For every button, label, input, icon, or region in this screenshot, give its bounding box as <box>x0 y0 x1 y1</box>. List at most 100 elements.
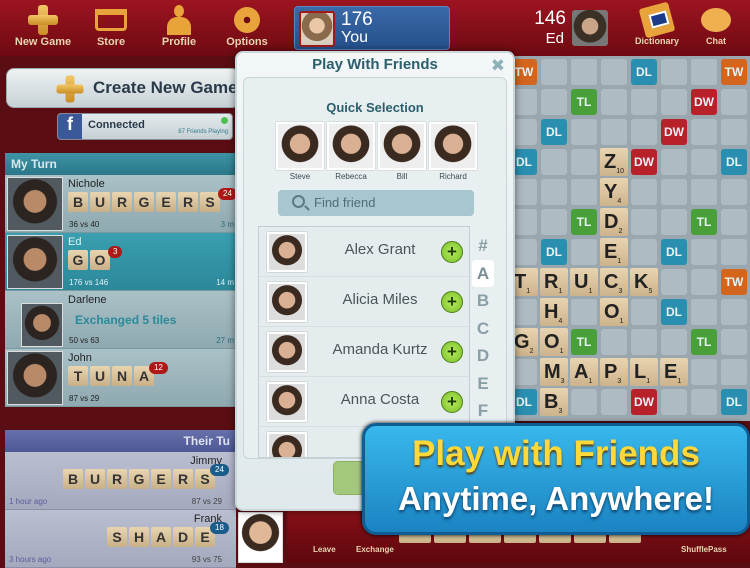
board-cell[interactable] <box>631 119 657 145</box>
board-cell[interactable] <box>571 389 597 415</box>
store-button[interactable]: Store <box>76 4 146 48</box>
alphabet-index-item[interactable]: F <box>472 397 494 425</box>
board-cell[interactable] <box>515 299 537 325</box>
premium-square-tl[interactable]: TL <box>691 209 717 235</box>
list-item[interactable]: Alicia Miles + <box>259 277 469 327</box>
game-row[interactable]: Jimmy BURGERS 24 1 hour ago 87 vs 29 <box>5 452 236 510</box>
board-cell[interactable] <box>515 179 537 205</box>
board-cell[interactable] <box>631 239 657 265</box>
alphabet-index-item[interactable]: C <box>472 315 494 343</box>
board-cell[interactable] <box>661 209 687 235</box>
premium-square-tl[interactable]: TL <box>691 329 717 355</box>
board-cell[interactable] <box>691 269 717 295</box>
chat-button[interactable]: Chat <box>681 4 750 46</box>
board-cell[interactable] <box>515 239 537 265</box>
premium-square-tw[interactable]: TW <box>721 269 747 295</box>
board-cell[interactable] <box>571 239 597 265</box>
board-cell[interactable] <box>691 239 717 265</box>
board-cell[interactable] <box>721 119 747 145</box>
board-cell[interactable] <box>631 209 657 235</box>
alphabet-index-item[interactable]: B <box>472 287 494 315</box>
close-icon[interactable]: ✖ <box>491 56 505 76</box>
shuffle-button[interactable]: Shuffle <box>681 545 708 554</box>
board-cell[interactable] <box>661 269 687 295</box>
board-cell[interactable] <box>541 149 567 175</box>
facebook-status[interactable]: f Connected 87 Friends Playing <box>57 113 233 140</box>
premium-square-dl[interactable]: DL <box>515 149 537 175</box>
exchange-button[interactable]: Exchange <box>356 545 394 554</box>
board-cell[interactable] <box>661 179 687 205</box>
board-cell[interactable] <box>541 89 567 115</box>
board-cell[interactable] <box>721 89 747 115</box>
premium-square-tl[interactable]: TL <box>571 329 597 355</box>
game-row[interactable]: John TUNA 12 87 vs 29 <box>5 349 236 407</box>
leave-button[interactable]: Leave <box>313 545 336 554</box>
quick-friend[interactable]: Bill <box>378 122 426 181</box>
board-cell[interactable] <box>571 179 597 205</box>
board-cell[interactable] <box>541 209 567 235</box>
quick-friend[interactable]: Richard <box>429 122 477 181</box>
board-cell[interactable] <box>515 209 537 235</box>
board-cell[interactable] <box>631 329 657 355</box>
add-friend-icon[interactable]: + <box>441 391 463 413</box>
board-cell[interactable] <box>691 59 717 85</box>
alphabet-index-item[interactable]: E <box>472 370 494 398</box>
board-cell[interactable] <box>691 149 717 175</box>
board-cell[interactable] <box>601 329 627 355</box>
board-cell[interactable] <box>515 89 537 115</box>
alphabet-index-item[interactable]: D <box>472 342 494 370</box>
add-friend-icon[interactable]: + <box>441 341 463 363</box>
game-board[interactable]: TW DL TW TL DW DL DW DL DW DL TL TL DL DL TW DL TL TL DL DW… <box>515 56 750 421</box>
list-item[interactable]: Alex Grant + <box>259 227 469 277</box>
board-cell[interactable] <box>661 329 687 355</box>
board-cell[interactable] <box>631 179 657 205</box>
pass-button[interactable]: Pass <box>708 545 727 554</box>
board-cell[interactable] <box>601 119 627 145</box>
create-new-game-button[interactable]: Create New Game <box>6 68 240 108</box>
list-item[interactable]: Anna Costa + <box>259 377 469 427</box>
game-row[interactable]: Darlene Exchanged 5 tiles 50 vs 63 27 m <box>5 291 236 349</box>
board-cell[interactable] <box>721 359 747 385</box>
game-row[interactable]: Ed GO 3 176 vs 146 14 m <box>5 233 236 291</box>
premium-square-dl[interactable]: DL <box>541 239 567 265</box>
premium-square-tl[interactable]: TL <box>571 89 597 115</box>
add-friend-icon[interactable]: + <box>441 241 463 263</box>
premium-square-dl[interactable]: DL <box>721 389 747 415</box>
board-cell[interactable] <box>661 149 687 175</box>
premium-square-tw[interactable]: TW <box>721 59 747 85</box>
board-cell[interactable] <box>691 299 717 325</box>
new-game-button[interactable]: New Game <box>8 4 78 48</box>
board-cell[interactable] <box>661 389 687 415</box>
premium-square-dw[interactable]: DW <box>661 119 687 145</box>
premium-square-dl[interactable]: DL <box>541 119 567 145</box>
board-cell[interactable] <box>601 59 627 85</box>
quick-friend[interactable]: Steve <box>276 122 324 181</box>
board-cell[interactable] <box>601 389 627 415</box>
options-button[interactable]: Options <box>212 4 282 48</box>
board-cell[interactable] <box>571 299 597 325</box>
quick-friend[interactable]: Rebecca <box>327 122 375 181</box>
board-cell[interactable] <box>515 359 537 385</box>
game-row[interactable]: Frank SHADE 18 3 hours ago 93 vs 75 <box>5 510 236 568</box>
board-cell[interactable] <box>691 359 717 385</box>
board-cell[interactable] <box>571 149 597 175</box>
board-cell[interactable] <box>571 59 597 85</box>
board-cell[interactable] <box>571 119 597 145</box>
premium-square-dl[interactable]: DL <box>661 239 687 265</box>
premium-square-dl[interactable]: DL <box>661 299 687 325</box>
profile-button[interactable]: Profile <box>144 4 214 48</box>
premium-square-dl[interactable]: DL <box>631 59 657 85</box>
board-cell[interactable] <box>541 179 567 205</box>
premium-square-dw[interactable]: DW <box>691 89 717 115</box>
alphabet-index[interactable]: # A B C D E F <box>472 232 494 425</box>
board-cell[interactable] <box>661 59 687 85</box>
board-cell[interactable] <box>691 179 717 205</box>
board-cell[interactable] <box>721 239 747 265</box>
board-cell[interactable] <box>601 89 627 115</box>
board-cell[interactable] <box>631 89 657 115</box>
board-cell[interactable] <box>691 389 717 415</box>
board-cell[interactable] <box>541 59 567 85</box>
find-friend-input[interactable]: Find friend <box>278 190 474 216</box>
board-cell[interactable] <box>721 179 747 205</box>
alphabet-index-item[interactable]: # <box>472 232 494 260</box>
